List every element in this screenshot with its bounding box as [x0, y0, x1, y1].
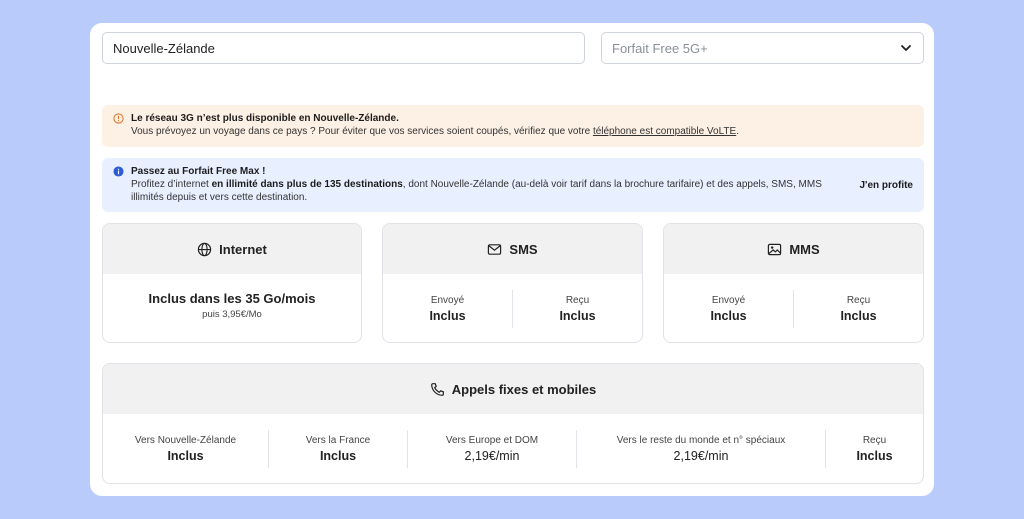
country-select[interactable]: Nouvelle-Zélande [102, 32, 585, 64]
sms-sent-value: Inclus [429, 308, 466, 323]
warning-title: Le réseau 3G n’est plus disponible en No… [131, 113, 399, 124]
sms-received-value: Inclus [559, 308, 596, 323]
globe-icon [197, 242, 212, 256]
calls-col-value: 2,19€/min [464, 449, 520, 463]
warning-icon [113, 113, 124, 124]
sms-sent: Envoyé Inclus [383, 295, 512, 323]
upgrade-text: Passez au Forfait Free Max ! Profitez d’… [131, 165, 840, 204]
country-select-value: Nouvelle-Zélande [113, 40, 215, 56]
phone-icon [430, 382, 444, 396]
sms-sent-label: Envoyé [430, 294, 465, 306]
3g-warning-banner: Le réseau 3G n’est plus disponible en No… [102, 105, 924, 147]
mail-icon [488, 243, 502, 255]
calls-col-label: Vers Nouvelle-Zélande [134, 435, 237, 446]
mms-section: MMS Envoyé Inclus Reçu Inclus [663, 223, 924, 343]
upgrade-body-a: Profitez d’internet [131, 179, 212, 190]
plan-select[interactable]: Forfait Free 5G+ [601, 32, 924, 64]
upgrade-body-bold: en illimité dans plus de 135 destination… [211, 179, 403, 190]
warning-end: . [736, 126, 739, 137]
mms-received-label: Reçu [846, 294, 871, 306]
calls-to-france: Vers la France Inclus [269, 435, 407, 463]
plan-select-placeholder: Forfait Free 5G+ [612, 40, 708, 56]
chevron-down-icon [901, 45, 911, 51]
upgrade-banner: Passez au Forfait Free Max ! Profitez d’… [102, 158, 924, 212]
calls-col-value: Inclus [167, 449, 204, 463]
calls-col-value: 2,19€/min [673, 449, 729, 463]
mms-sent-value: Inclus [710, 308, 747, 323]
sms-section: SMS Envoyé Inclus Reçu Inclus [382, 223, 643, 343]
calls-to-nz: Vers Nouvelle-Zélande Inclus [103, 435, 268, 463]
calls-col-label: Vers le reste du monde et n° spéciaux [616, 435, 786, 446]
calls-section: Appels fixes et mobiles Vers Nouvelle-Zé… [102, 363, 924, 484]
roaming-card: Nouvelle-Zélande Forfait Free 5G+ Le rés… [90, 23, 934, 496]
upgrade-title: Passez au Forfait Free Max ! [131, 166, 266, 177]
calls-col-label: Reçu [862, 435, 887, 446]
calls-header: Appels fixes et mobiles [103, 364, 923, 414]
internet-title: Internet [219, 241, 267, 257]
calls-col-value: Inclus [856, 449, 893, 463]
volte-link[interactable]: téléphone est compatible VoLTE [593, 126, 736, 137]
mms-sent-label: Envoyé [711, 294, 746, 306]
sms-received-label: Reçu [565, 294, 590, 306]
upgrade-cta-link[interactable]: J'en profite [860, 179, 914, 192]
calls-col-value: Inclus [319, 449, 357, 463]
internet-allowance: Inclus dans les 35 Go/mois [148, 291, 316, 306]
sms-received: Reçu Inclus [513, 295, 642, 323]
image-icon [768, 243, 782, 255]
mms-received-value: Inclus [840, 308, 877, 323]
internet-header: Internet [103, 224, 361, 274]
sms-header: SMS [383, 224, 642, 274]
calls-to-europe-dom: Vers Europe et DOM 2,19€/min [408, 435, 576, 463]
calls-received: Reçu Inclus [826, 435, 923, 463]
warning-text: Le réseau 3G n’est plus disponible en No… [131, 112, 913, 138]
sms-title: SMS [509, 241, 538, 257]
warning-body: Vous prévoyez un voyage dans ce pays ? P… [131, 126, 593, 137]
info-icon [113, 166, 124, 177]
calls-title: Appels fixes et mobiles [451, 381, 597, 397]
calls-to-rest-of-world: Vers le reste du monde et n° spéciaux 2,… [577, 435, 825, 463]
mms-title: MMS [789, 241, 820, 257]
mms-header: MMS [664, 224, 923, 274]
mms-sent: Envoyé Inclus [664, 295, 793, 323]
internet-overage: puis 3,95€/Mo [202, 309, 262, 320]
internet-section: Internet Inclus dans les 35 Go/mois puis… [102, 223, 362, 343]
mms-received: Reçu Inclus [794, 295, 923, 323]
calls-col-label: Vers la France [305, 435, 371, 446]
calls-col-label: Vers Europe et DOM [445, 435, 539, 446]
